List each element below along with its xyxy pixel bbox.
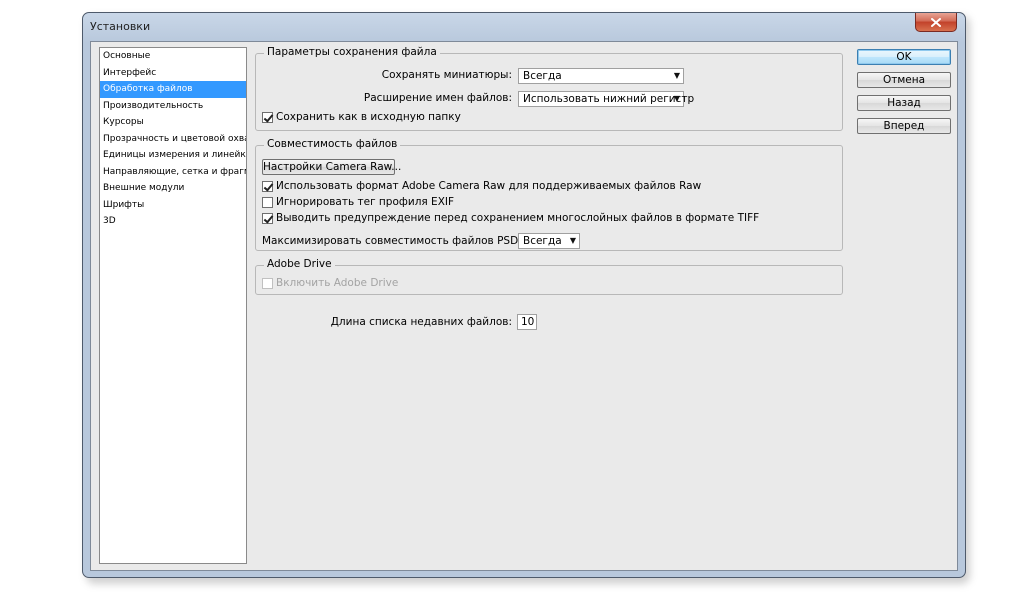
file-compatibility-group-title: Совместимость файлов bbox=[264, 138, 401, 150]
file-saving-group: Параметры сохранения файла Сохранять мин… bbox=[255, 46, 843, 131]
recent-files-label: Длина списка недавних файлов: bbox=[330, 316, 512, 328]
sidebar-item-type[interactable]: Шрифты bbox=[100, 197, 246, 214]
prev-button[interactable]: Назад bbox=[857, 95, 951, 111]
recent-files-input[interactable]: 10 bbox=[517, 314, 537, 330]
warn-tiff-label: Выводить предупреждение перед сохранение… bbox=[276, 212, 760, 224]
warn-tiff-checkbox[interactable] bbox=[262, 212, 273, 224]
title-bar[interactable]: Установки bbox=[83, 13, 965, 41]
sidebar-item-file-handling[interactable]: Обработка файлов bbox=[100, 81, 246, 98]
enable-drive-checkbox bbox=[262, 277, 273, 289]
sidebar-item-performance[interactable]: Производительность bbox=[100, 98, 246, 115]
save-original-label: Сохранить как в исходную папку bbox=[276, 111, 461, 123]
save-original-checkbox[interactable] bbox=[262, 111, 273, 123]
close-icon bbox=[931, 17, 941, 27]
chevron-down-icon: ▼ bbox=[569, 236, 576, 245]
preferences-category-list: Основные Интерфейс Обработка файлов Прои… bbox=[99, 47, 247, 564]
sidebar-item-cursors[interactable]: Курсоры bbox=[100, 114, 246, 131]
preferences-dialog: Установки Основные Интерфейс Обработка ф… bbox=[82, 12, 966, 578]
thumbnails-select-value: Всегда bbox=[523, 70, 562, 82]
file-saving-group-title: Параметры сохранения файла bbox=[264, 46, 440, 58]
use-acr-row[interactable]: Использовать формат Adobe Camera Raw для… bbox=[262, 180, 701, 192]
sidebar-item-plugins[interactable]: Внешние модули bbox=[100, 180, 246, 197]
ok-button[interactable]: OK bbox=[857, 49, 951, 65]
sidebar-item-guides[interactable]: Направляющие, сетка и фрагменты bbox=[100, 164, 246, 181]
enable-drive-label: Включить Adobe Drive bbox=[276, 277, 399, 289]
sidebar-item-3d[interactable]: 3D bbox=[100, 213, 246, 230]
dialog-content: Основные Интерфейс Обработка файлов Прои… bbox=[90, 41, 958, 571]
thumbnails-select[interactable]: Всегда ▼ bbox=[518, 68, 684, 84]
next-button[interactable]: Вперед bbox=[857, 118, 951, 134]
ignore-exif-row[interactable]: Игнорировать тег профиля EXIF bbox=[262, 196, 454, 208]
adobe-drive-group: Adobe Drive Включить Adobe Drive bbox=[255, 258, 843, 295]
close-button[interactable] bbox=[915, 13, 957, 32]
maximize-compat-label: Максимизировать совместимость файлов PSD… bbox=[262, 235, 556, 247]
enable-drive-row: Включить Adobe Drive bbox=[262, 277, 398, 289]
extension-select-value: Использовать нижний регистр bbox=[523, 93, 695, 105]
sidebar-item-transparency[interactable]: Прозрачность и цветовой охват bbox=[100, 131, 246, 148]
extension-select[interactable]: Использовать нижний регистр ▼ bbox=[518, 91, 694, 107]
warn-tiff-row[interactable]: Выводить предупреждение перед сохранение… bbox=[262, 212, 759, 224]
adobe-drive-group-title: Adobe Drive bbox=[264, 258, 335, 270]
chevron-down-icon: ▼ bbox=[673, 94, 680, 103]
save-original-row[interactable]: Сохранить как в исходную папку bbox=[262, 111, 461, 123]
sidebar-item-interface[interactable]: Интерфейс bbox=[100, 65, 246, 82]
file-compatibility-group: Совместимость файлов Настройки Camera Ra… bbox=[255, 138, 843, 251]
use-acr-checkbox[interactable] bbox=[262, 180, 273, 192]
window-title: Установки bbox=[90, 20, 151, 33]
sidebar-item-general[interactable]: Основные bbox=[100, 48, 246, 65]
sidebar-item-units[interactable]: Единицы измерения и линейки bbox=[100, 147, 246, 164]
ignore-exif-checkbox[interactable] bbox=[262, 196, 273, 208]
chevron-down-icon: ▼ bbox=[673, 71, 680, 80]
use-acr-label: Использовать формат Adobe Camera Raw для… bbox=[276, 180, 702, 192]
cancel-button[interactable]: Отмена bbox=[857, 72, 951, 88]
maximize-compat-value: Всегда bbox=[523, 235, 562, 247]
maximize-compat-select[interactable]: Всегда ▼ bbox=[518, 233, 580, 249]
camera-raw-settings-button[interactable]: Настройки Camera Raw... bbox=[262, 159, 401, 175]
extension-label: Расширение имен файлов: bbox=[363, 92, 512, 104]
ignore-exif-label: Игнорировать тег профиля EXIF bbox=[276, 196, 455, 208]
thumbnails-label: Сохранять миниатюры: bbox=[381, 69, 512, 81]
